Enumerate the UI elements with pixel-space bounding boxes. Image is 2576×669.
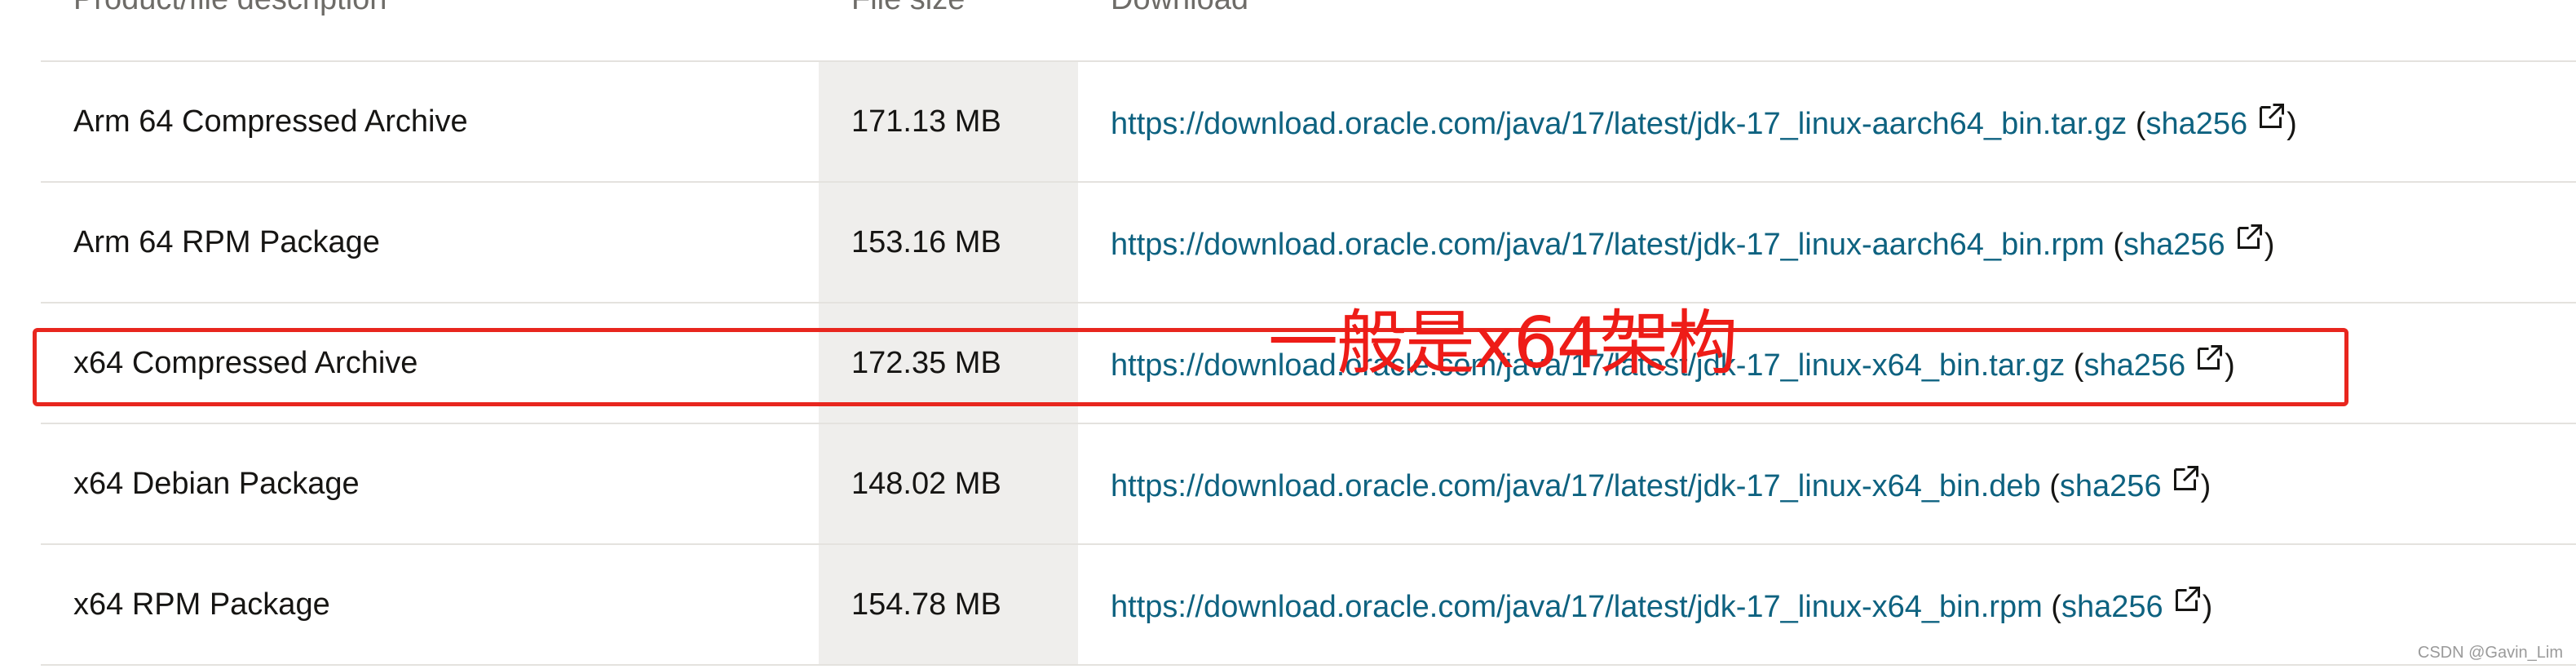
sha256-link[interactable]: sha256 [2145,104,2287,141]
download-link[interactable]: https://download.oracle.com/java/17/late… [1111,228,2105,262]
column-header-download: Download [1078,0,2576,62]
table-row-highlighted: x64 Compressed Archive 172.35 MB https:/… [41,303,2576,424]
table-row: x64 Debian Package 148.02 MB https://dow… [41,423,2576,545]
file-size: 148.02 MB [819,423,1078,545]
table-row: Arm 64 Compressed Archive 171.13 MB http… [41,61,2576,183]
external-link-icon [2257,101,2287,131]
file-description: Arm 64 RPM Package [41,182,819,303]
column-header-size: File size [819,0,1078,62]
sha256-label: sha256 [2061,590,2163,624]
download-page: Product/file description File size Downl… [0,0,2576,669]
downloads-table: Product/file description File size Downl… [41,0,2576,666]
sha256-link[interactable]: sha256 [2083,345,2225,383]
file-size: 154.78 MB [819,544,1078,666]
file-description: x64 RPM Package [41,544,819,666]
watermark: CSDN @Gavin_Lim [2417,644,2563,662]
file-size: 171.13 MB [819,61,1078,183]
download-cell: https://download.oracle.com/java/17/late… [1078,544,2576,666]
table-row: Arm 64 RPM Package 153.16 MB https://dow… [41,182,2576,303]
file-size: 153.16 MB [819,182,1078,303]
file-size: 172.35 MB [819,303,1078,424]
file-description: x64 Debian Package [41,423,819,545]
table-header-row: Product/file description File size Downl… [41,0,2576,62]
sha256-label: sha256 [2123,228,2225,262]
sha256-link[interactable]: sha256 [2123,224,2264,262]
sha256-link[interactable]: sha256 [2061,587,2203,624]
sha256-label: sha256 [2145,107,2248,141]
column-header-description: Product/file description [41,0,819,62]
download-link[interactable]: https://download.oracle.com/java/17/late… [1111,590,2043,624]
download-cell: https://download.oracle.com/java/17/late… [1078,182,2576,303]
sha256-label: sha256 [2083,348,2186,383]
file-description: Arm 64 Compressed Archive [41,61,819,183]
download-cell: https://download.oracle.com/java/17/late… [1078,423,2576,545]
table-row: x64 RPM Package 154.78 MB https://downlo… [41,544,2576,666]
external-link-icon [2172,463,2201,493]
external-link-icon [2173,584,2203,614]
download-cell: https://download.oracle.com/java/17/late… [1078,61,2576,183]
download-link[interactable]: https://download.oracle.com/java/17/late… [1111,348,2065,383]
download-link[interactable]: https://download.oracle.com/java/17/late… [1111,107,2127,141]
file-description: x64 Compressed Archive [41,303,819,424]
download-cell: https://download.oracle.com/java/17/late… [1078,303,2576,424]
external-link-icon [2235,222,2264,251]
sha256-link[interactable]: sha256 [2059,466,2201,503]
sha256-label: sha256 [2059,469,2162,503]
download-link[interactable]: https://download.oracle.com/java/17/late… [1111,469,2041,503]
external-link-icon [2195,343,2225,372]
